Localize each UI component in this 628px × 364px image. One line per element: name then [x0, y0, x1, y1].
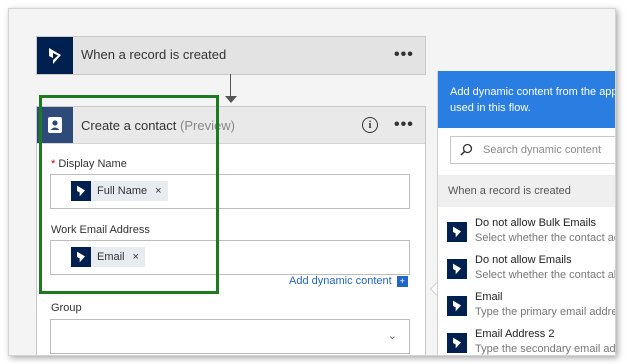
dynamics-365-icon [447, 222, 467, 242]
dynamic-panel-header-text: Add dynamic content from the apps used i… [450, 84, 616, 116]
dynamic-item-title: Do not allow Emails [475, 254, 572, 266]
trigger-card-menu-button[interactable]: ••• [394, 46, 414, 64]
dynamic-panel-header-line1: Add dynamic content from the apps [450, 86, 616, 98]
dynamic-item-title: Do not allow Bulk Emails [475, 217, 597, 229]
add-dynamic-content-link[interactable]: Add dynamic content + [289, 275, 408, 287]
dynamic-item[interactable]: Email Type the primary email address f [438, 288, 615, 325]
dynamics-365-icon [37, 37, 73, 74]
dynamic-item-title: Email Address 2 [475, 328, 555, 340]
dynamic-item-subtitle: Select whether the contact accep [475, 232, 615, 244]
dynamic-panel-header: Add dynamic content from the apps used i… [438, 71, 616, 128]
search-icon [460, 143, 473, 156]
dynamic-search-input[interactable]: Search dynamic content [450, 136, 615, 164]
connector-arrow-icon [225, 96, 237, 103]
highlight-box [39, 95, 219, 294]
dynamic-item-subtitle: Type the primary email address f [475, 306, 615, 318]
connector-line [230, 74, 231, 97]
action-card-menu-button[interactable]: ••• [394, 116, 414, 134]
trigger-card-title: When a record is created [81, 47, 227, 62]
dynamic-section-header: When a record is created [438, 175, 615, 207]
dynamics-365-icon [447, 333, 467, 353]
dynamic-search-placeholder: Search dynamic content [483, 144, 602, 156]
group-label: Group [51, 302, 82, 314]
dynamics-365-icon [447, 259, 467, 279]
dynamic-item[interactable]: Do not allow Bulk Emails Select whether … [438, 214, 615, 251]
group-dropdown[interactable]: ⌄ [50, 319, 410, 354]
dynamic-item-subtitle: Type the secondary email address [475, 343, 616, 355]
dynamic-section-title: When a record is created [448, 185, 571, 197]
dynamic-item[interactable]: Email Address 2 Type the secondary email… [438, 325, 616, 355]
add-dynamic-content-icon: + [396, 275, 408, 287]
info-icon[interactable]: i [362, 117, 378, 133]
chevron-down-icon: ⌄ [387, 330, 397, 342]
dynamic-item-title: Email [475, 291, 503, 303]
dynamic-content-panel: Add dynamic content from the apps used i… [437, 71, 616, 355]
trigger-card[interactable]: When a record is created ••• [36, 36, 426, 75]
dynamic-item-subtitle: Select whether the contact allows [475, 269, 615, 281]
add-dynamic-content-label: Add dynamic content [289, 275, 392, 287]
dynamic-item[interactable]: Do not allow Emails Select whether the c… [438, 251, 615, 288]
flow-designer-canvas: When a record is created ••• Create a co… [8, 8, 616, 356]
dynamic-panel-header-line2: used in this flow. [450, 102, 531, 114]
dynamics-365-icon [447, 296, 467, 316]
